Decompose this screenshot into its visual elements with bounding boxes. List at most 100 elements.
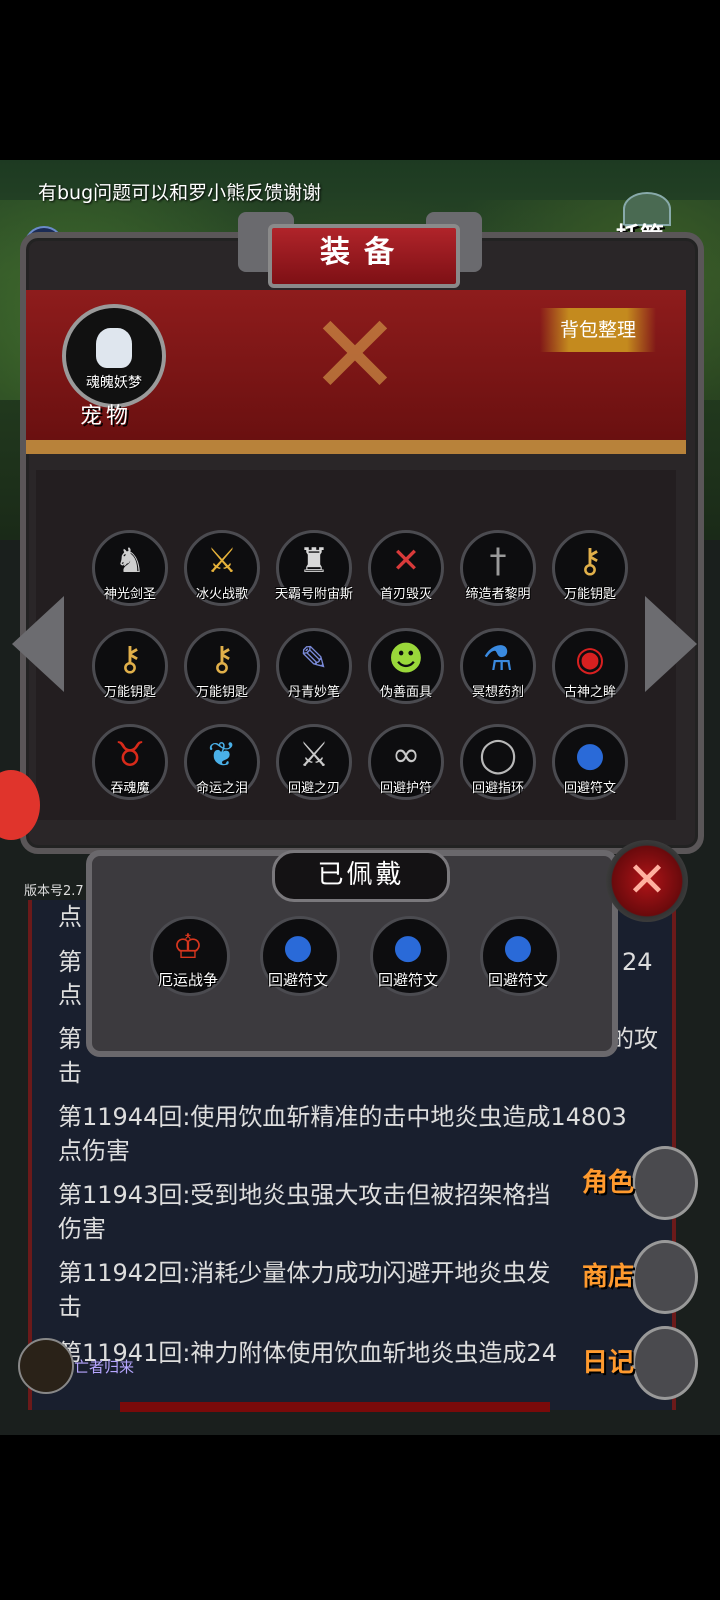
potion-icon: ⚗ [482, 639, 514, 679]
crossed-swords-emblem-icon: ✕ [308, 291, 402, 419]
inventory-slot[interactable]: ♞ 神光剑圣 [92, 530, 168, 606]
diary-label: 日记 [582, 1348, 635, 1378]
shop-label: 商店 [582, 1262, 635, 1292]
battle-log-line: 点伤害 [58, 1137, 130, 1165]
inventory-slot[interactable]: ∞ 回避护符 [368, 724, 444, 800]
equipped-title: 已佩戴 [272, 850, 450, 902]
next-page-arrow-icon[interactable] [645, 596, 697, 692]
inventory-slot-label: 冥想药剂 [471, 685, 524, 700]
inventory-slot[interactable]: ✕ 首刃毁灭 [368, 530, 444, 606]
pet-name: 魂魄妖梦 [86, 375, 142, 391]
inventory-slot[interactable]: † 缔造者黎明 [460, 530, 536, 606]
brush-icon: ✎ [299, 639, 329, 679]
inventory-slot[interactable]: ⚷ 万能钥匙 [92, 628, 168, 704]
sword-icon: ⚔ [206, 541, 238, 581]
inventory-slot[interactable]: ❦ 命运之泪 [184, 724, 260, 800]
inventory-slot[interactable]: ⚷ 万能钥匙 [552, 530, 628, 606]
battle-log-line: 伤害 [58, 1215, 106, 1243]
inventory-slot[interactable]: ● 回避符文 [552, 724, 628, 800]
inventory-slot-label: 回避护符 [379, 781, 432, 796]
pet-slot[interactable]: 魂魄妖梦 [62, 304, 166, 408]
key-icon: ⚷ [209, 639, 235, 679]
battle-log-line: 第11941回:神力附体使用饮血斩地炎虫造成24 [58, 1339, 557, 1367]
player-name: 亡者归来 [74, 1358, 135, 1376]
eye-icon: ◉ [575, 639, 605, 679]
inventory-slot-label: 万能钥匙 [563, 587, 616, 602]
equipped-slot[interactable]: ● 回避符文 [480, 916, 560, 996]
log-fragment: 24 [622, 948, 653, 976]
panel-title-plate: 装备 [268, 224, 460, 288]
inventory-slot-label: 神光剑圣 [103, 587, 156, 602]
equipped-slot[interactable]: ♔ 厄运战争 [150, 916, 230, 996]
inventory-slot-label: 回避指环 [471, 781, 524, 796]
battle-log-line: 击 [58, 1059, 82, 1087]
pet-label: 宠物 [80, 404, 133, 429]
battle-log-line: 第11944回:使用饮血斩精准的击中地炎虫造成14803 [58, 1103, 627, 1131]
inventory-slot-label: 万能钥匙 [195, 685, 248, 700]
inventory-slot-label: 回避符文 [563, 781, 616, 796]
close-button[interactable]: ✕ [606, 840, 688, 922]
mask-icon: ☻ [388, 639, 424, 679]
equipped-slot[interactable]: ● 回避符文 [260, 916, 340, 996]
inventory-slot[interactable]: ☻ 伪善面具 [368, 628, 444, 704]
equipped-slot-label: 回避符文 [377, 971, 438, 989]
inventory-slot[interactable]: ⚔ 回避之刃 [276, 724, 352, 800]
inventory-slot-label: 吞魂魔 [110, 781, 150, 796]
equipped-slot-label: 厄运战争 [157, 971, 218, 989]
greatsword-icon: † [489, 541, 507, 581]
helmet-icon [632, 1146, 698, 1220]
battle-log-line: 第11942回:消耗少量体力成功闪避开地炎虫发 [58, 1259, 551, 1287]
shop-button[interactable]: 商店 [582, 1240, 698, 1314]
beer-mug-icon [632, 1240, 698, 1314]
inventory-slot[interactable]: ✎ 丹青妙笔 [276, 628, 352, 704]
bug-notice: 有bug问题可以和罗小熊反馈谢谢 [38, 182, 322, 204]
player-avatar[interactable] [18, 1338, 74, 1394]
demon-icon: ♉ [114, 735, 146, 775]
sort-inventory-button[interactable]: 背包整理 [540, 308, 656, 352]
dagger-icon: ⚔ [298, 735, 330, 775]
inventory-slot[interactable]: ⚗ 冥想药剂 [460, 628, 536, 704]
inventory-slot[interactable]: ♉ 吞魂魔 [92, 724, 168, 800]
role-label: 角色 [582, 1168, 635, 1198]
equipped-slot-label: 回避符文 [487, 971, 548, 989]
equipped-slot-label: 回避符文 [267, 971, 328, 989]
inventory-slot[interactable]: ⚷ 万能钥匙 [184, 628, 260, 704]
battle-log-line: 击 [58, 1293, 82, 1321]
key-icon: ⚷ [117, 639, 143, 679]
ring-icon: ◯ [478, 735, 518, 775]
inventory-slot-label: 古神之眸 [563, 685, 616, 700]
rune-orb-icon: ● [503, 927, 533, 967]
inventory-slot-label: 缔造者黎明 [465, 587, 531, 602]
inventory-slot-label: 天霸号附宙斯 [274, 587, 353, 602]
inventory-slot[interactable]: ♜ 天霸号附宙斯 [275, 530, 353, 606]
inventory-slot-label: 首刃毁灭 [379, 587, 432, 602]
rune-orb-icon: ● [283, 927, 313, 967]
book-icon [632, 1326, 698, 1400]
equipped-slot[interactable]: ● 回避符文 [370, 916, 450, 996]
diary-button[interactable]: 日记 [582, 1326, 698, 1400]
necklace-icon: ❦ [207, 735, 237, 775]
amulet-icon: ∞ [391, 735, 421, 775]
prev-page-arrow-icon[interactable] [12, 596, 64, 692]
rune-orb-icon: ● [393, 927, 423, 967]
inventory-slot-label: 丹青妙笔 [287, 685, 340, 700]
inventory-slot-label: 伪善面具 [379, 685, 432, 700]
inventory-slot-label: 命运之泪 [195, 781, 248, 796]
hp-bar [120, 1402, 550, 1412]
inventory-slot-label: 冰火战歌 [195, 587, 248, 602]
close-icon: ✕ [626, 852, 668, 908]
inventory-slot[interactable]: ◯ 回避指环 [460, 724, 536, 800]
inventory-slot[interactable]: ⚔ 冰火战歌 [184, 530, 260, 606]
panel-title: 装备 [320, 235, 408, 270]
mech-icon: ♜ [298, 541, 330, 581]
version-label: 版本号2.7 [24, 884, 84, 899]
blade-icon: ✕ [391, 541, 421, 581]
role-button[interactable]: 角色 [582, 1146, 698, 1220]
inventory-slot-label: 万能钥匙 [103, 685, 156, 700]
warrior-icon: ♔ [172, 927, 204, 967]
inventory-slot-label: 回避之刃 [287, 781, 340, 796]
inventory-slot[interactable]: ◉ 古神之眸 [552, 628, 628, 704]
log-fragment: 的攻 [610, 1025, 658, 1053]
key-icon: ⚷ [577, 541, 603, 581]
battle-log-line: 第11943回:受到地炎虫强大攻击但被招架格挡 [58, 1181, 551, 1209]
